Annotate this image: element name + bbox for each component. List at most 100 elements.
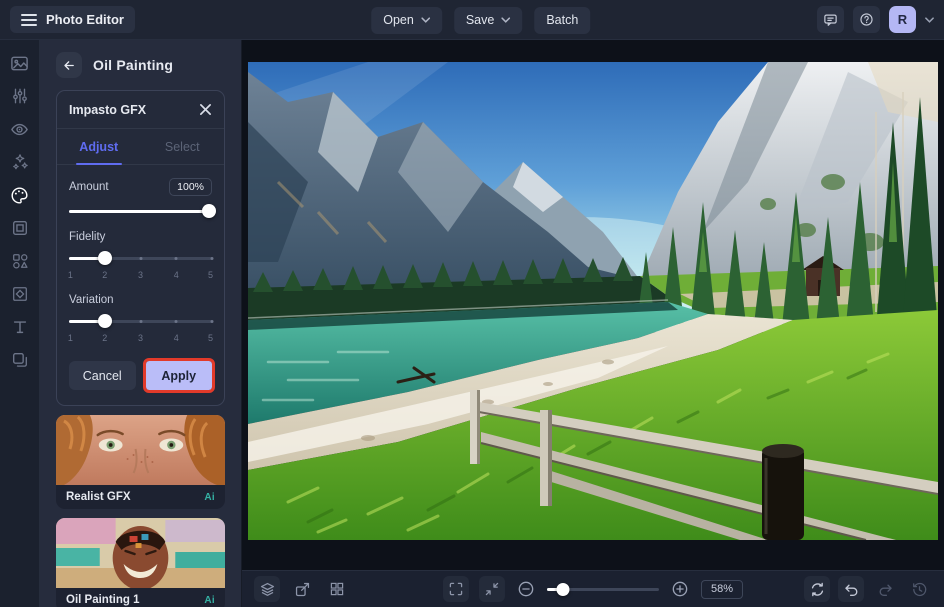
zoom-slider[interactable]: [546, 582, 659, 596]
zoom-out-button[interactable]: [515, 578, 537, 600]
feedback-button[interactable]: [817, 6, 844, 33]
save-label: Save: [465, 13, 495, 27]
oil-painting-1-thumbnail: [56, 518, 225, 588]
amount-slider-handle[interactable]: [202, 204, 217, 218]
canvas-image[interactable]: [248, 62, 938, 540]
variation-label: Variation: [69, 294, 114, 306]
app-title: Photo Editor: [46, 12, 124, 27]
ornate-frame-icon: [12, 287, 27, 301]
sidebar-tool-text[interactable]: [6, 316, 34, 338]
sidebar-tool-eye[interactable]: [6, 118, 34, 140]
canvas-frame-icon: [12, 221, 27, 235]
fit-to-screen-icon: [485, 582, 499, 596]
chevron-down-icon: [420, 17, 430, 23]
eye-icon: [11, 123, 28, 135]
avatar[interactable]: R: [889, 6, 916, 33]
redo-button[interactable]: [872, 576, 898, 602]
sidebar-tool-elements[interactable]: [6, 250, 34, 272]
effect-settings-card: Impasto GFX Adjust Select Amount 100% Fi…: [56, 90, 225, 406]
photo-icon: [11, 56, 28, 70]
apply-button[interactable]: Apply: [142, 358, 215, 393]
zoom-in-button[interactable]: [669, 578, 691, 600]
arrow-left-icon: [64, 60, 74, 70]
collage-icon: [12, 353, 27, 367]
history-reset-button[interactable]: [906, 576, 932, 602]
layers-button[interactable]: [254, 576, 280, 602]
batch-label: Batch: [546, 13, 579, 27]
history-tools: [804, 576, 932, 602]
effect-card-name: Realist GFX: [66, 491, 131, 503]
effect-card-header: Impasto GFX: [57, 91, 224, 129]
canvas-area: [242, 40, 944, 570]
feedback-icon: [824, 14, 837, 26]
sparkles-icon: [12, 154, 28, 170]
fit-to-screen-button[interactable]: [478, 576, 505, 602]
variation-slider[interactable]: [69, 314, 214, 328]
text-icon: [13, 321, 26, 334]
sidebar-tool-collage[interactable]: [6, 349, 34, 371]
zoom-in-icon: [672, 581, 688, 597]
grid-icon: [330, 582, 344, 596]
tab-select[interactable]: Select: [141, 129, 225, 164]
variation-ticks: 1 2 3 4 5: [67, 333, 214, 343]
menu-icon: [21, 13, 37, 27]
stage: 58%: [242, 40, 944, 607]
effect-tabs: Adjust Select: [57, 129, 224, 165]
batch-button[interactable]: Batch: [534, 6, 591, 34]
sidebar-tool-frame[interactable]: [6, 283, 34, 305]
file-actions: Open Save Batch: [371, 0, 591, 40]
tool-rail: [0, 40, 40, 607]
fidelity-label: Fidelity: [69, 231, 106, 243]
app-menu-button[interactable]: Photo Editor: [10, 6, 135, 33]
elements-shapes-icon: [12, 254, 28, 269]
back-button[interactable]: [56, 52, 82, 78]
grid-view-button[interactable]: [324, 576, 350, 602]
palette-icon: [11, 186, 28, 204]
sync-icon: [811, 582, 823, 596]
effect-card-oil-painting-1[interactable]: Oil Painting 1 Ai: [56, 518, 225, 607]
variation-slider-handle[interactable]: [97, 314, 112, 328]
fidelity-slider-handle[interactable]: [97, 251, 112, 265]
undo-button[interactable]: [838, 576, 864, 602]
effect-card-label-bar: Realist GFX Ai: [56, 485, 225, 509]
amount-value: 100%: [169, 178, 212, 196]
fullscreen-button[interactable]: [442, 576, 469, 602]
sidebar-tool-effects[interactable]: [6, 151, 34, 173]
fidelity-slider[interactable]: [69, 251, 214, 265]
topbar-right: R: [817, 6, 934, 33]
sidebar-tool-paint[interactable]: [6, 184, 34, 206]
help-button[interactable]: [853, 6, 880, 33]
effect-name: Impasto GFX: [69, 102, 147, 117]
tab-adjust[interactable]: Adjust: [57, 129, 141, 164]
panel-title: Oil Painting: [93, 57, 174, 73]
transform-icon: [295, 582, 309, 596]
history-icon: [912, 582, 926, 596]
realist-gfx-thumbnail: [56, 415, 225, 485]
sidebar-tool-photo[interactable]: [6, 52, 34, 74]
redo-icon: [879, 584, 892, 596]
save-button[interactable]: Save: [453, 6, 523, 34]
stage-toolbar: 58%: [242, 570, 944, 607]
open-label: Open: [383, 13, 414, 27]
sidebar-tool-canvas[interactable]: [6, 217, 34, 239]
cancel-button[interactable]: Cancel: [69, 361, 136, 390]
photo-editor-app: Photo Editor Open Save Batch R Oil Paint…: [0, 0, 944, 607]
effect-card-label-bar: Oil Painting 1 Ai: [56, 588, 225, 607]
amount-slider[interactable]: [69, 204, 217, 218]
zoom-slider-handle[interactable]: [556, 582, 570, 596]
fullscreen-icon: [449, 582, 463, 596]
zoom-out-icon: [518, 581, 534, 597]
topbar: Photo Editor Open Save Batch R: [0, 0, 944, 40]
panel-header: Oil Painting: [56, 52, 225, 78]
effect-card-realist-gfx[interactable]: Realist GFX Ai: [56, 415, 225, 509]
adjust-sliders-icon: [12, 88, 27, 104]
account-chevron-down-icon[interactable]: [925, 16, 934, 23]
zoom-controls: 58%: [442, 576, 744, 602]
zoom-value[interactable]: 58%: [700, 579, 744, 599]
compare-refresh-button[interactable]: [804, 576, 830, 602]
ai-badge: Ai: [204, 491, 215, 503]
close-button[interactable]: [199, 103, 212, 116]
transform-button[interactable]: [289, 576, 315, 602]
sidebar-tool-adjust[interactable]: [6, 85, 34, 107]
open-button[interactable]: Open: [371, 6, 442, 34]
